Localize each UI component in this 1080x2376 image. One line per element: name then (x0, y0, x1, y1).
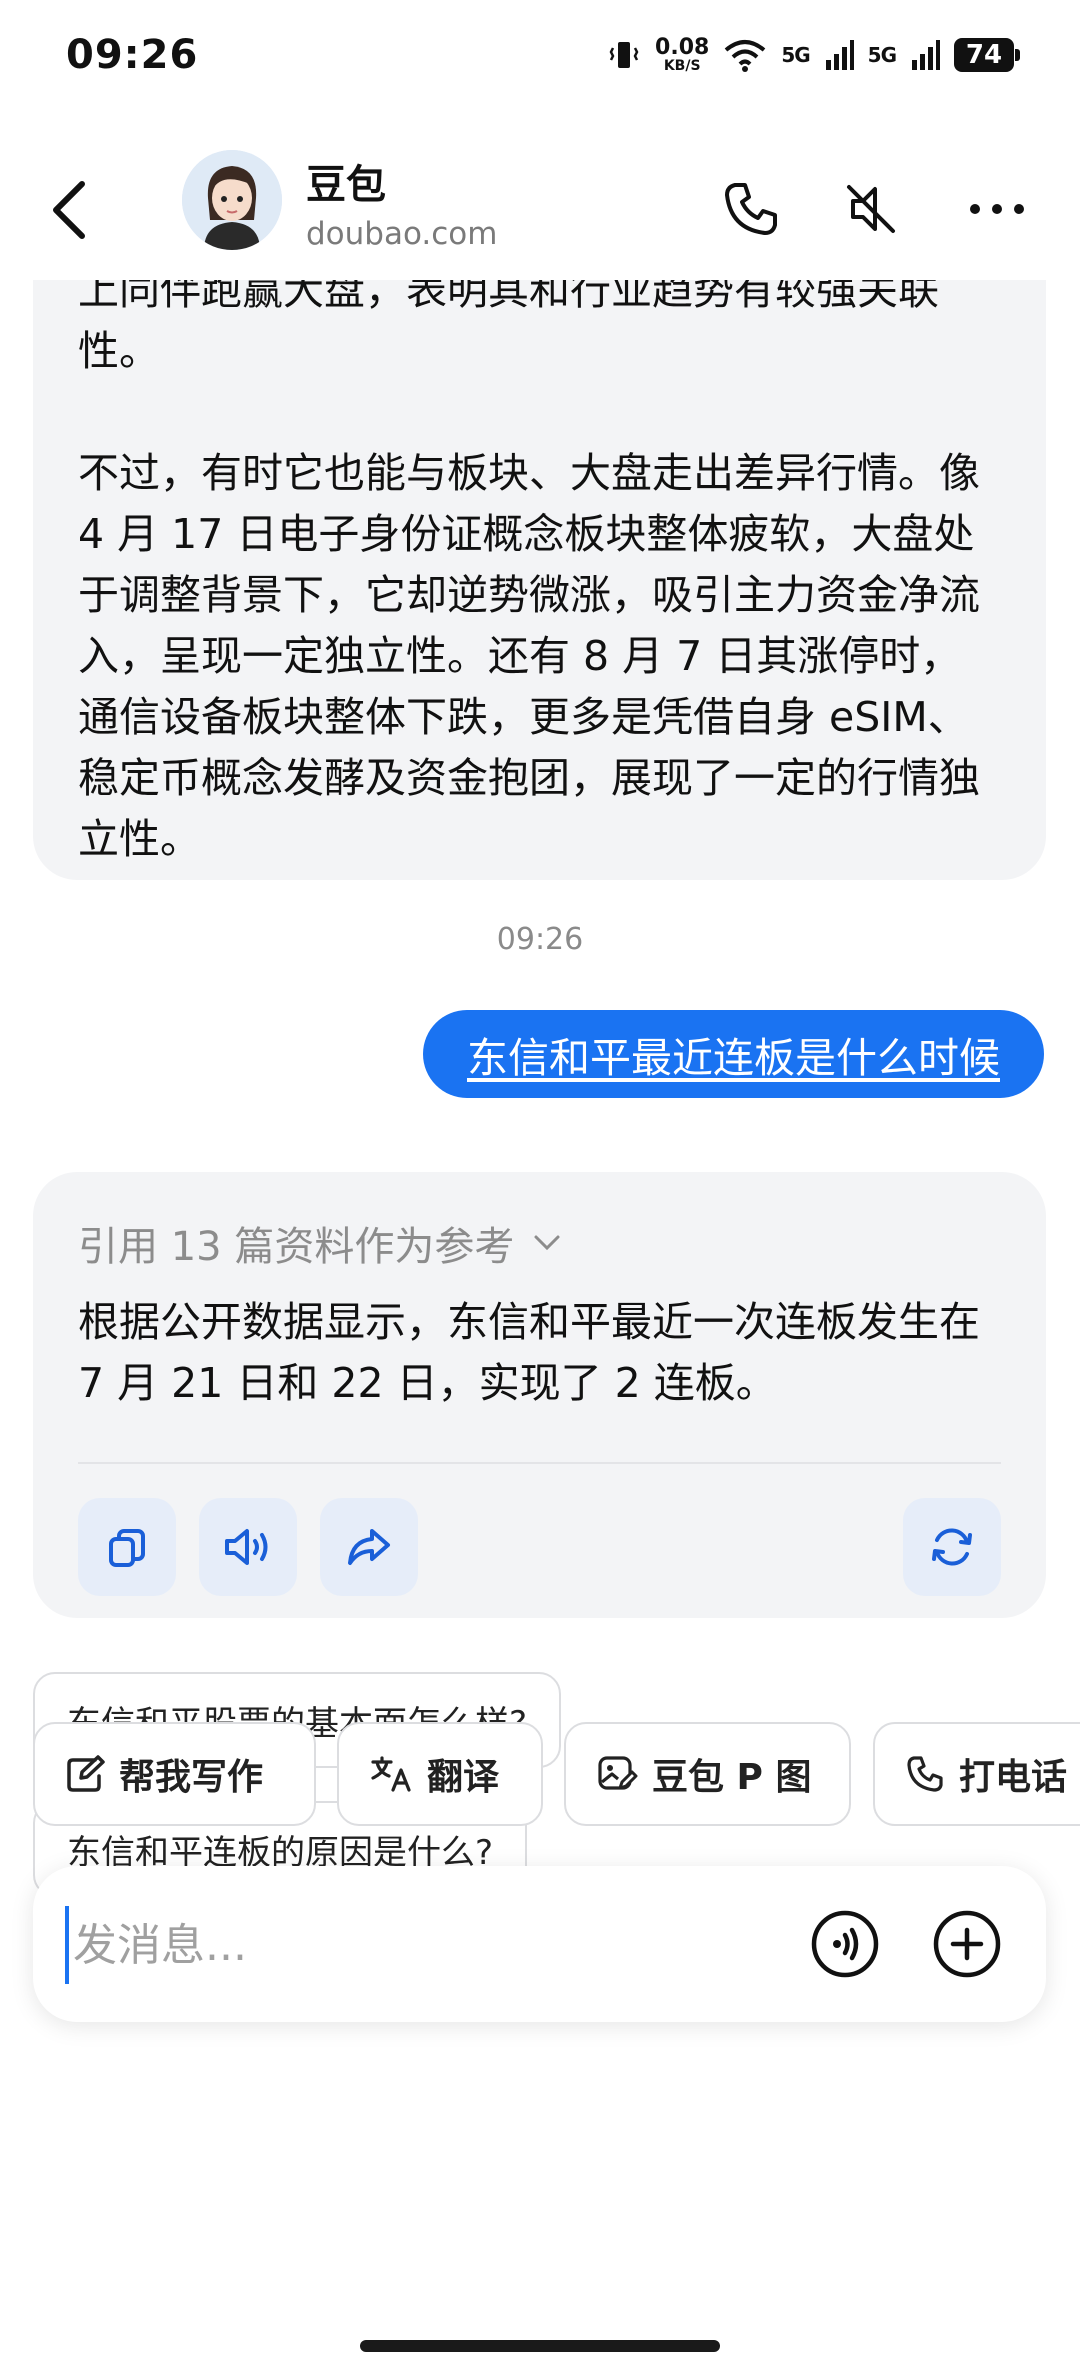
chevron-left-icon (53, 181, 85, 239)
bot-reply-card: 引用 13 篇资料作为参考 根据公开数据显示，东信和平最近一次连板发生在 7 月… (33, 1172, 1046, 1618)
call-button[interactable] (716, 174, 786, 244)
message-paragraph: 上同伴跑赢大盘，表明其和行业趋势有较强关联性。 (78, 280, 939, 375)
battery-indicator: 74 (954, 38, 1020, 72)
divider (78, 1462, 1001, 1464)
bot-domain: doubao.com (306, 216, 498, 252)
network-speed: 0.08 KB/S (655, 35, 710, 74)
copy-icon (109, 1529, 145, 1567)
edit-icon (67, 1755, 105, 1792)
tool-label: 打电话 (959, 1757, 1068, 1798)
share-arrow-icon (348, 1529, 390, 1565)
speaker-icon (225, 1529, 268, 1565)
plus-circle-icon (933, 1910, 1001, 1978)
home-indicator[interactable] (360, 2340, 720, 2352)
read-aloud-button[interactable] (199, 1498, 297, 1596)
refresh-icon (932, 1528, 972, 1566)
phone-icon (907, 1756, 943, 1792)
bot-message-bubble: 上同伴跑赢大盘，表明其和行业趋势有较强关联性。 不过，有时它也能与板块、大盘走出… (33, 280, 1046, 880)
more-button[interactable] (962, 174, 1032, 244)
message-composer (33, 1866, 1046, 2022)
tool-label: 帮我写作 (119, 1757, 264, 1798)
share-button[interactable] (320, 1498, 418, 1596)
regenerate-button[interactable] (903, 1498, 1001, 1596)
signal-label-1: 5G (781, 43, 810, 67)
status-time: 09:26 (66, 32, 199, 78)
bot-avatar[interactable] (182, 150, 282, 250)
references-label[interactable]: 引用 13 篇资料作为参考 (78, 1214, 514, 1272)
avatar-illustration (182, 150, 282, 250)
chat-screen: 09:26 0.08 KB/S 5G 5G 74 豆包 doubao.com 上… (0, 0, 1080, 2376)
back-button[interactable] (40, 170, 100, 250)
more-dots-icon (970, 204, 1024, 214)
tool-image-edit-button[interactable]: 豆包 P 图 (564, 1722, 851, 1826)
image-edit-icon (598, 1756, 638, 1790)
signal-bars-icon (912, 40, 940, 70)
voice-call-button[interactable] (805, 1904, 885, 1984)
vibrate-icon (609, 42, 639, 68)
voice-wave-icon (811, 1910, 879, 1978)
user-message-bubble[interactable]: 东信和平最近连板是什么时候 (423, 1010, 1044, 1098)
status-bar: 09:26 0.08 KB/S 5G 5G 74 (0, 0, 1080, 110)
message-paragraph: 不过，有时它也能与板块、大盘走出差异行情。像 4 月 17 日电子身份证概念板块… (78, 449, 980, 863)
copy-button[interactable] (78, 1498, 176, 1596)
tool-write-button[interactable]: 帮我写作 (33, 1722, 316, 1826)
message-list[interactable]: 上同伴跑赢大盘，表明其和行业趋势有较强关联性。 不过，有时它也能与板块、大盘走出… (0, 280, 1080, 1970)
wifi-icon (725, 40, 766, 72)
tool-label: 豆包 P 图 (652, 1757, 812, 1798)
signal-label-2: 5G (867, 43, 897, 67)
message-input[interactable] (65, 1906, 775, 1984)
tool-call-button[interactable]: 打电话 (873, 1722, 1080, 1826)
tool-translate-button[interactable]: 翻译 (337, 1722, 543, 1826)
phone-icon (725, 183, 777, 235)
mute-button[interactable] (836, 174, 906, 244)
bot-name: 豆包 (306, 162, 386, 208)
status-icons: 0.08 KB/S 5G 5G 74 (607, 35, 1020, 74)
references-toggle[interactable]: 引用 13 篇资料作为参考 (78, 1214, 562, 1272)
bot-answer-text: 根据公开数据显示，东信和平最近一次连板发生在 7 月 21 日和 22 日，实现… (78, 1298, 980, 1407)
add-attachment-button[interactable] (927, 1904, 1007, 1984)
translate-icon (371, 1756, 411, 1792)
chevron-down-icon (534, 1235, 560, 1251)
signal-bars-icon (825, 40, 854, 70)
chat-header: 豆包 doubao.com (0, 130, 1080, 280)
speaker-muted-icon (847, 185, 895, 233)
message-timestamp: 09:26 (496, 922, 584, 957)
tool-label: 翻译 (427, 1757, 500, 1798)
bot-title: 豆包 doubao.com (306, 152, 497, 252)
user-message-text[interactable]: 东信和平最近连板是什么时候 (467, 1024, 1000, 1084)
